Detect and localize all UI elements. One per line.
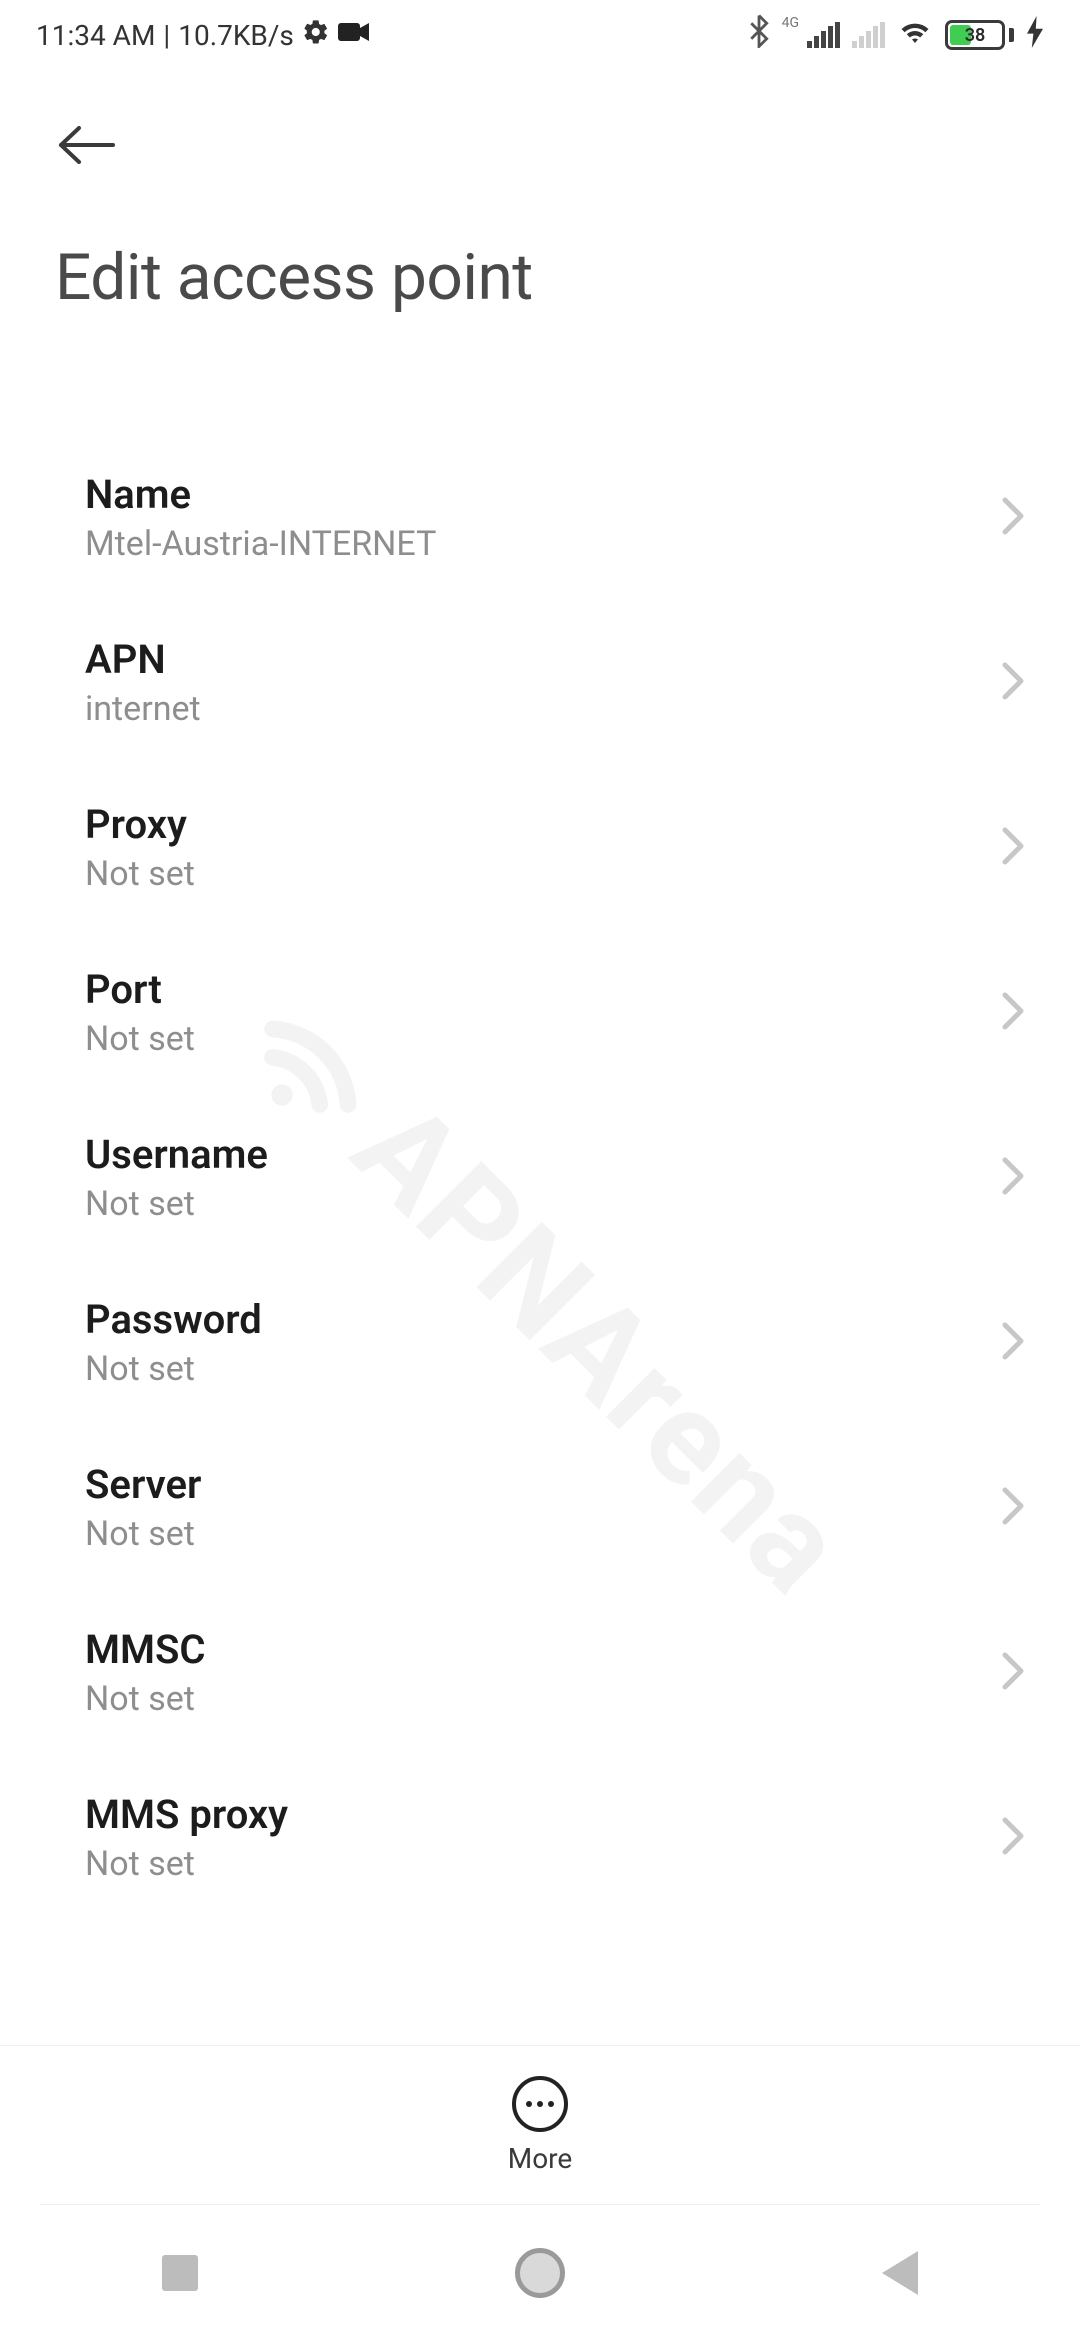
setting-label: Username — [85, 1131, 268, 1178]
setting-value: Not set — [85, 1349, 262, 1389]
setting-label: MMS proxy — [85, 1791, 288, 1838]
settings-list: Name Mtel-Austria-INTERNET APN internet … — [0, 345, 1080, 1920]
setting-value: Not set — [85, 1679, 206, 1719]
chevron-right-icon — [1001, 826, 1025, 870]
chevron-right-icon — [1001, 1486, 1025, 1530]
settings-scroll-area[interactable]: Name Mtel-Austria-INTERNET APN internet … — [0, 345, 1080, 2045]
chevron-right-icon — [1001, 661, 1025, 705]
back-nav-button[interactable] — [870, 2243, 930, 2303]
setting-row-server[interactable]: Server Not set — [0, 1425, 1080, 1590]
setting-row-apn[interactable]: APN internet — [0, 600, 1080, 765]
status-bar: 11:34 AM | 10.7KB/s 4G 38 — [0, 0, 1080, 70]
more-icon — [512, 2076, 568, 2132]
setting-label: Password — [85, 1296, 262, 1343]
options-bar: More — [0, 2045, 1080, 2205]
setting-row-username[interactable]: Username Not set — [0, 1095, 1080, 1260]
setting-row-password[interactable]: Password Not set — [0, 1260, 1080, 1425]
net-speed-text: 10.7KB/s — [178, 19, 294, 52]
chevron-right-icon — [1001, 496, 1025, 540]
setting-label: Name — [85, 471, 436, 518]
battery-indicator: 38 — [945, 20, 1014, 50]
settings-icon — [302, 18, 330, 53]
recents-button[interactable] — [150, 2243, 210, 2303]
bluetooth-icon — [748, 14, 770, 56]
setting-row-mms-proxy[interactable]: MMS proxy Not set — [0, 1755, 1080, 1920]
chevron-right-icon — [1001, 1651, 1025, 1695]
home-button[interactable] — [510, 2243, 570, 2303]
chevron-right-icon — [1001, 1816, 1025, 1860]
status-right: 4G 38 — [748, 14, 1044, 56]
setting-value: internet — [85, 689, 201, 729]
signal-sim1-icon — [807, 22, 840, 48]
setting-row-proxy[interactable]: Proxy Not set — [0, 765, 1080, 930]
setting-row-port[interactable]: Port Not set — [0, 930, 1080, 1095]
setting-value: Mtel-Austria-INTERNET — [85, 524, 436, 564]
setting-label: MMSC — [85, 1626, 206, 1673]
status-left: 11:34 AM | 10.7KB/s — [36, 18, 370, 53]
battery-pct-text: 38 — [948, 23, 1002, 47]
setting-label: APN — [85, 636, 201, 683]
setting-row-mmsc[interactable]: MMSC Not set — [0, 1590, 1080, 1755]
system-nav-bar — [0, 2205, 1080, 2340]
status-separator: | — [163, 19, 170, 52]
setting-value: Not set — [85, 1844, 288, 1884]
signal-sim2-icon — [852, 22, 885, 48]
app-header: Edit access point — [0, 70, 1080, 325]
more-button[interactable]: More — [508, 2076, 573, 2175]
chevron-right-icon — [1001, 1156, 1025, 1200]
setting-value: Not set — [85, 854, 195, 894]
chevron-right-icon — [1001, 1321, 1025, 1365]
setting-label: Proxy — [85, 801, 195, 848]
clock-text: 11:34 AM — [36, 19, 155, 52]
setting-value: Not set — [85, 1019, 195, 1059]
setting-label: Port — [85, 966, 195, 1013]
wifi-icon — [897, 16, 933, 54]
charging-icon — [1026, 16, 1044, 55]
chevron-right-icon — [1001, 991, 1025, 1035]
network-type-label: 4G — [782, 16, 799, 30]
page-title: Edit access point — [55, 240, 1025, 315]
setting-row-name[interactable]: Name Mtel-Austria-INTERNET — [0, 435, 1080, 600]
setting-value: Not set — [85, 1184, 268, 1224]
back-button[interactable] — [55, 110, 125, 180]
more-label: More — [508, 2142, 573, 2175]
camera-icon — [338, 20, 370, 50]
setting-label: Server — [85, 1461, 201, 1508]
setting-value: Not set — [85, 1514, 201, 1554]
